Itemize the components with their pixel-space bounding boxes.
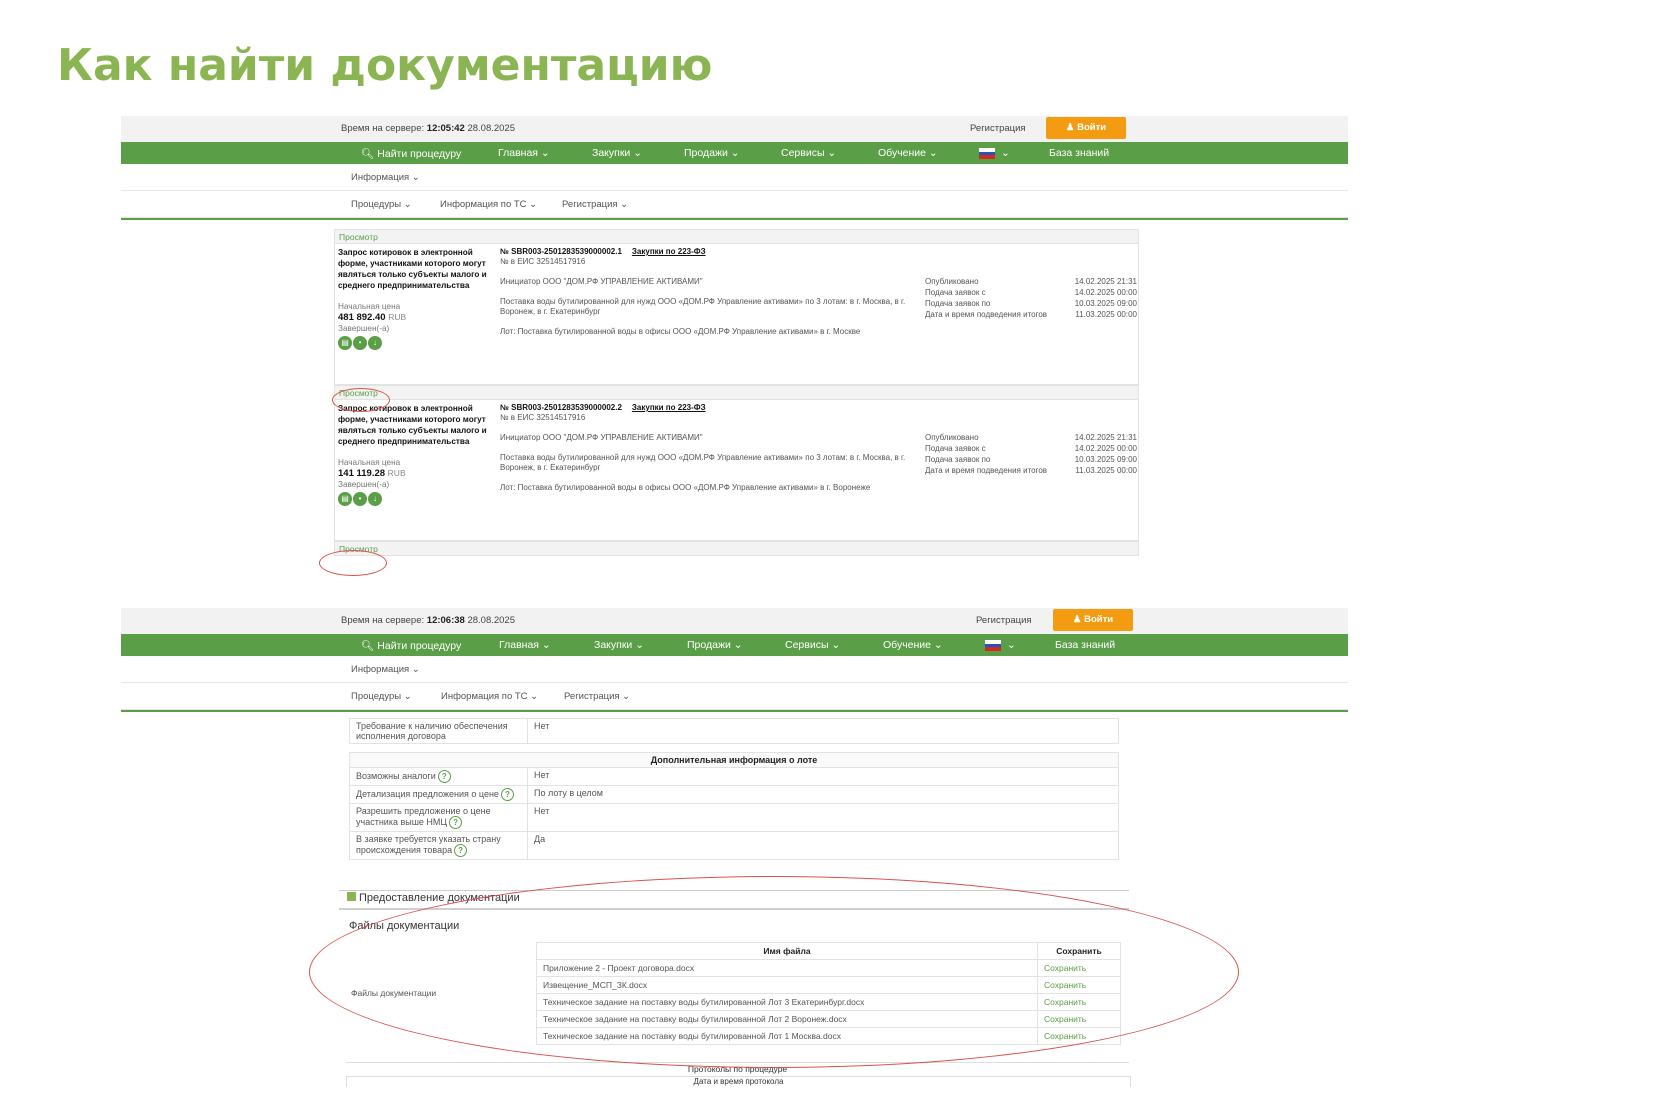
nav-home[interactable]: Главная ⌄ [498, 147, 550, 159]
table-row: Техническое задание на поставку воды бут… [536, 1010, 1121, 1028]
help-icon[interactable]: ? [454, 844, 468, 857]
save-link[interactable]: Сохранить [1037, 976, 1121, 994]
table-row: Возможны аналоги? Нет [349, 767, 1119, 786]
procedure-details: № SBR003-2501283539000002.2 Закупки по 22… [500, 403, 906, 492]
files-label: Файлы документации [351, 988, 437, 998]
table-row: Техническое задание на поставку воды бут… [536, 1027, 1121, 1045]
subnav-registration[interactable]: Регистрация ⌄ [562, 199, 628, 210]
subnav-row-1: Информация ⌄ [121, 656, 1348, 683]
save-link[interactable]: Сохранить [1037, 1027, 1121, 1045]
russia-flag-icon[interactable] [985, 640, 1001, 651]
subnav-registration[interactable]: Регистрация ⌄ [564, 691, 630, 702]
procedure-card: Запрос котировок в электронной форме, уч… [334, 244, 1139, 385]
view-link[interactable]: Просмотр [334, 229, 1139, 244]
russia-flag-icon[interactable] [979, 148, 995, 159]
table-row: Разрешить предложение о цене участника в… [349, 803, 1119, 832]
registration-link[interactable]: Регистрация [976, 615, 1032, 626]
procedure-details: № SBR003-2501283539000002.1 Закупки по 22… [500, 247, 906, 336]
document-icon[interactable]: ▤ [338, 336, 352, 350]
top-bar: Время на сервере: 12:05:42 28.08.2025 Ре… [121, 116, 1348, 142]
save-link[interactable]: Сохранить [1037, 959, 1121, 977]
help-icon[interactable]: ? [437, 770, 451, 783]
slide-title: Как найти документацию [57, 40, 713, 91]
nav-learning[interactable]: Обучение ⌄ [878, 147, 938, 159]
nav-learning[interactable]: Обучение ⌄ [883, 639, 943, 651]
nav-purchases[interactable]: Закупки ⌄ [594, 639, 644, 651]
procedure-dates: Опубликовано 14.02.2025 21:31 Подача заяв… [925, 433, 1137, 475]
save-link[interactable]: Сохранить [1037, 1010, 1121, 1028]
table-header: Имя файла Сохранить [536, 942, 1121, 960]
nav-sales[interactable]: Продажи ⌄ [687, 639, 743, 651]
view-link[interactable]: Просмотр [334, 385, 1139, 400]
subnav-row-1: Информация ⌄ [121, 164, 1348, 191]
subnav-procedures[interactable]: Процедуры ⌄ [351, 199, 412, 210]
subnav-procedures[interactable]: Процедуры ⌄ [351, 691, 412, 702]
table-row: Извещение_МСП_ЗК.docx Сохранить [536, 976, 1121, 994]
lot-details: Требование к наличию обеспечения исполне… [349, 718, 1119, 860]
protocols-table-header: Дата и время протокола [346, 1076, 1131, 1087]
view-link[interactable]: Просмотр [334, 541, 1139, 556]
table-row: В заявке требуется указать страну происх… [349, 831, 1119, 860]
nav-divider [121, 710, 1348, 712]
lot-info-header: Дополнительная информация о лоте [349, 752, 1119, 768]
language-chevron-icon[interactable]: ⌄ [1007, 639, 1016, 651]
search-icon: 🔍︎ [361, 148, 375, 160]
nav-knowledge-base[interactable]: База знаний [1049, 147, 1109, 159]
nav-purchases[interactable]: Закупки ⌄ [592, 147, 642, 159]
table-row: Дополнительная информация о лоте [349, 752, 1119, 768]
law-link[interactable]: Закупки по 223-ФЗ [632, 403, 706, 412]
document-icon[interactable]: ▤ [338, 492, 352, 506]
section-divider [339, 890, 1129, 891]
subnav-info[interactable]: Информация ⌄ [351, 172, 420, 183]
docs-section-toggle[interactable]: Предоставление документации [347, 892, 520, 904]
procedure-card: Запрос котировок в электронной форме, уч… [334, 400, 1139, 541]
collapse-icon [347, 892, 356, 901]
files-table: Имя файла Сохранить Приложение 2 - Проект… [536, 942, 1121, 1045]
section-divider [339, 908, 1129, 910]
subnav-info[interactable]: Информация ⌄ [351, 664, 420, 675]
screenshot-procedures-list: Время на сервере: 12:05:42 28.08.2025 Ре… [121, 116, 1348, 579]
login-button[interactable]: ♟ Войти [1053, 609, 1133, 631]
docs-files-title: Файлы документации [349, 920, 460, 932]
protocols-title: Протоколы по процедуре [346, 1062, 1129, 1074]
procedure-list: Просмотр Запрос котировок в электронной … [334, 229, 1139, 556]
help-icon[interactable]: ? [449, 816, 463, 829]
subnav-tc-info[interactable]: Информация по ТС ⌄ [441, 691, 538, 702]
download-icon[interactable]: ↓ [368, 492, 382, 506]
registration-link[interactable]: Регистрация [970, 123, 1026, 134]
nav-home[interactable]: Главная ⌄ [499, 639, 551, 651]
subnav-row-2: Процедуры ⌄ Информация по ТС ⌄ Регистрац… [121, 683, 1348, 710]
server-time: Время на сервере: 12:06:38 28.08.2025 [341, 615, 515, 626]
main-nav: 🔍︎ Найти процедуру Главная ⌄ Закупки ⌄ П… [121, 634, 1348, 656]
nav-sales[interactable]: Продажи ⌄ [684, 147, 740, 159]
msp-icon[interactable]: • [353, 336, 367, 350]
server-time: Время на сервере: 12:05:42 28.08.2025 [341, 123, 515, 134]
nav-services[interactable]: Сервисы ⌄ [781, 147, 836, 159]
find-procedure-button[interactable]: 🔍︎ Найти процедуру [361, 639, 461, 652]
save-link[interactable]: Сохранить [1037, 993, 1121, 1011]
procedure-summary: Запрос котировок в электронной форме, уч… [338, 247, 488, 350]
procedure-dates: Опубликовано 14.02.2025 21:31 Подача заяв… [925, 277, 1137, 319]
table-row: Требование к наличию обеспечения исполне… [349, 718, 1119, 744]
screenshot-procedure-detail: Время на сервере: 12:06:38 28.08.2025 Ре… [121, 608, 1348, 1087]
download-icon[interactable]: ↓ [368, 336, 382, 350]
language-chevron-icon[interactable]: ⌄ [1001, 147, 1010, 159]
msp-icon[interactable]: • [353, 492, 367, 506]
law-link[interactable]: Закупки по 223-ФЗ [632, 247, 706, 256]
search-icon: 🔍︎ [361, 640, 375, 652]
table-row: Детализация предложения о цене? По лоту в… [349, 785, 1119, 804]
subnav-row-2: Процедуры ⌄ Информация по ТС ⌄ Регистрац… [121, 191, 1348, 218]
subnav-tc-info[interactable]: Информация по ТС ⌄ [440, 199, 537, 210]
main-nav: 🔍︎ Найти процедуру Главная ⌄ Закупки ⌄ П… [121, 142, 1348, 164]
table-row: Приложение 2 - Проект договора.docx Сохра… [536, 959, 1121, 977]
login-button[interactable]: ♟ Войти [1046, 117, 1126, 139]
help-icon[interactable]: ? [500, 788, 514, 801]
nav-divider [121, 218, 1348, 220]
top-bar: Время на сервере: 12:06:38 28.08.2025 Ре… [121, 608, 1348, 634]
nav-knowledge-base[interactable]: База знаний [1055, 639, 1115, 651]
table-row: Техническое задание на поставку воды бут… [536, 993, 1121, 1011]
find-procedure-button[interactable]: 🔍︎ Найти процедуру [361, 147, 461, 160]
procedure-summary: Запрос котировок в электронной форме, уч… [338, 403, 488, 506]
nav-services[interactable]: Сервисы ⌄ [785, 639, 840, 651]
